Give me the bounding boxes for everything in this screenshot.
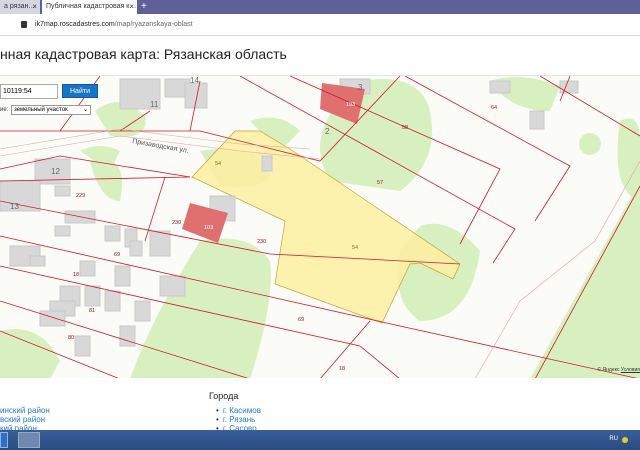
parcel-label: 18 [73, 272, 79, 278]
type-label: ие: [0, 107, 9, 113]
new-tab-button[interactable]: + [141, 1, 147, 12]
tab-previous[interactable]: а рязан… × [0, 0, 40, 14]
district-link[interactable]: вский район [0, 415, 50, 424]
parcel-label: 57 [377, 180, 383, 186]
url-text[interactable]: ik7map.roscadastres.com/map/ryazanskaya-… [35, 21, 193, 28]
building-label: 103 [346, 102, 355, 108]
parcel-label: 230 [172, 220, 181, 226]
city-link[interactable]: г. Касимов [216, 406, 261, 415]
house-number: 2 [325, 127, 330, 136]
cadastral-map[interactable]: 11 14 12 13 3 2 Призаводская ул. 229 230… [0, 75, 640, 378]
tab-bar: а рязан… × Публичная кадастровая к… × + [0, 0, 640, 14]
map-canvas[interactable]: 11 14 12 13 3 2 Призаводская ул. 229 230… [0, 76, 640, 378]
house-number: 3 [358, 83, 363, 92]
tray-icon[interactable] [622, 437, 628, 443]
tab-label: а рязан… [4, 3, 36, 10]
start-button[interactable] [0, 432, 8, 448]
parcel-label: 230 [257, 239, 266, 245]
districts-list: инский район вский район кий район [0, 406, 50, 433]
close-icon[interactable]: × [129, 2, 134, 11]
parcel-label: 229 [76, 193, 85, 199]
terms-link[interactable]: Условия [621, 367, 640, 373]
city-link[interactable]: г. Рязань [216, 415, 261, 424]
object-type-select[interactable]: земельный участок ⌄ [11, 105, 91, 115]
map-attribution: © Яндекс Условия [597, 367, 640, 373]
chevron-down-icon: ⌄ [82, 107, 88, 113]
house-number: 14 [190, 76, 199, 85]
language-indicator[interactable]: RU [609, 436, 618, 442]
address-bar[interactable]: ik7map.roscadastres.com/map/ryazanskaya-… [0, 14, 640, 36]
house-number: 13 [10, 202, 19, 211]
find-button[interactable]: Найти [62, 84, 98, 98]
close-icon[interactable]: × [32, 2, 37, 11]
tab-active[interactable]: Публичная кадастровая к… × [42, 0, 137, 14]
parcel-label: 80 [68, 335, 74, 341]
street-label: Призаводская ул. [132, 138, 190, 155]
parcel-label: 69 [298, 317, 304, 323]
parcel-label: 64 [491, 105, 497, 111]
footer: инский район вский район кий район Город… [0, 378, 640, 433]
taskbar: RU [0, 430, 640, 450]
parcel-label: 81 [89, 308, 95, 314]
district-link[interactable]: инский район [0, 406, 50, 415]
parcel-label: 54 [352, 245, 358, 251]
cadastral-number-input[interactable]: 10119:54 [0, 84, 58, 99]
parcel-label: 54 [215, 161, 221, 167]
house-number: 11 [150, 100, 159, 109]
lock-icon [21, 21, 27, 28]
parcel-label: 58 [402, 125, 408, 131]
cities-list: г. Касимов г. Рязань г. Сасово [216, 406, 261, 433]
page-title: нная кадастровая карта: Рязанская област… [0, 46, 287, 62]
building-label: 103 [204, 225, 213, 231]
house-number: 12 [51, 167, 60, 176]
cities-heading: Города [209, 391, 239, 401]
select-value: земельный участок [14, 107, 68, 113]
tab-label: Публичная кадастровая к… [46, 3, 137, 10]
paint-app-icon[interactable] [18, 432, 40, 448]
parcel-label: 69 [114, 252, 120, 258]
parcel-label: 18 [339, 366, 345, 372]
